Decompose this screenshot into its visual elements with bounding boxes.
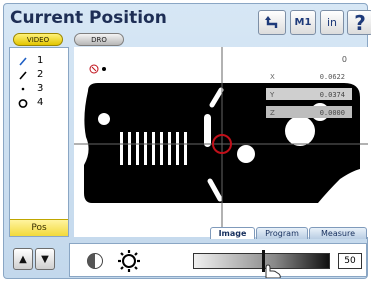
- arrow-up-icon: ▲: [19, 253, 27, 265]
- units-button[interactable]: in: [320, 10, 344, 35]
- tab-program[interactable]: Program: [256, 227, 308, 239]
- scroll-up-button[interactable]: ▲: [13, 248, 33, 270]
- x-axis-label: X: [270, 73, 275, 81]
- contrast-icon[interactable]: [86, 252, 104, 270]
- view-tabs: Image Program Measure: [210, 227, 368, 239]
- hand-cursor-icon: [265, 264, 281, 278]
- part-image: 0 X 0.0622 Y 0.0374 Z 0.0000: [74, 47, 368, 237]
- video-view[interactable]: 0 X 0.0622 Y 0.0374 Z 0.0000: [74, 47, 368, 237]
- feature-number: 4: [37, 97, 44, 108]
- light-value: 50: [338, 253, 362, 269]
- undo-button[interactable]: [258, 10, 286, 35]
- scroll-down-button[interactable]: ▼: [35, 248, 55, 270]
- line-icon: [19, 71, 27, 80]
- z-value: 0.0000: [320, 109, 345, 117]
- readout-count: 0: [342, 55, 347, 64]
- feature-item-4[interactable]: 4: [10, 97, 68, 109]
- feature-list: 1 2 3 4 Pos: [9, 47, 69, 237]
- undo-icon: [265, 15, 278, 28]
- m1-button[interactable]: M1: [290, 10, 316, 35]
- tab-measure[interactable]: Measure: [309, 227, 367, 239]
- lighting-panel: 50: [69, 243, 367, 278]
- bottom-controls: ▲ ▼ 50: [9, 243, 367, 278]
- point-icon: [21, 87, 25, 91]
- dro-mode-button[interactable]: DRO: [74, 33, 124, 46]
- feature-item-1[interactable]: 1: [10, 55, 68, 67]
- feature-item-3[interactable]: 3: [10, 83, 68, 95]
- feature-number: 2: [37, 69, 44, 80]
- line-icon: [19, 57, 27, 66]
- y-value: 0.0374: [320, 91, 345, 99]
- x-value: 0.0622: [320, 73, 345, 81]
- z-axis-label: Z: [270, 109, 275, 117]
- video-mode-button[interactable]: VIDEO: [13, 33, 63, 46]
- feature-number: 1: [37, 55, 44, 66]
- arrow-down-icon: ▼: [41, 253, 49, 265]
- y-axis-label: Y: [269, 91, 275, 99]
- feature-item-2[interactable]: 2: [10, 69, 68, 81]
- page-title: Current Position: [10, 8, 167, 28]
- circle-icon: [18, 99, 28, 108]
- feature-number: 3: [37, 83, 44, 94]
- help-button[interactable]: ?: [347, 10, 371, 35]
- light-icon[interactable]: [117, 249, 141, 273]
- tab-image[interactable]: Image: [210, 227, 255, 239]
- pos-button[interactable]: Pos: [10, 219, 68, 236]
